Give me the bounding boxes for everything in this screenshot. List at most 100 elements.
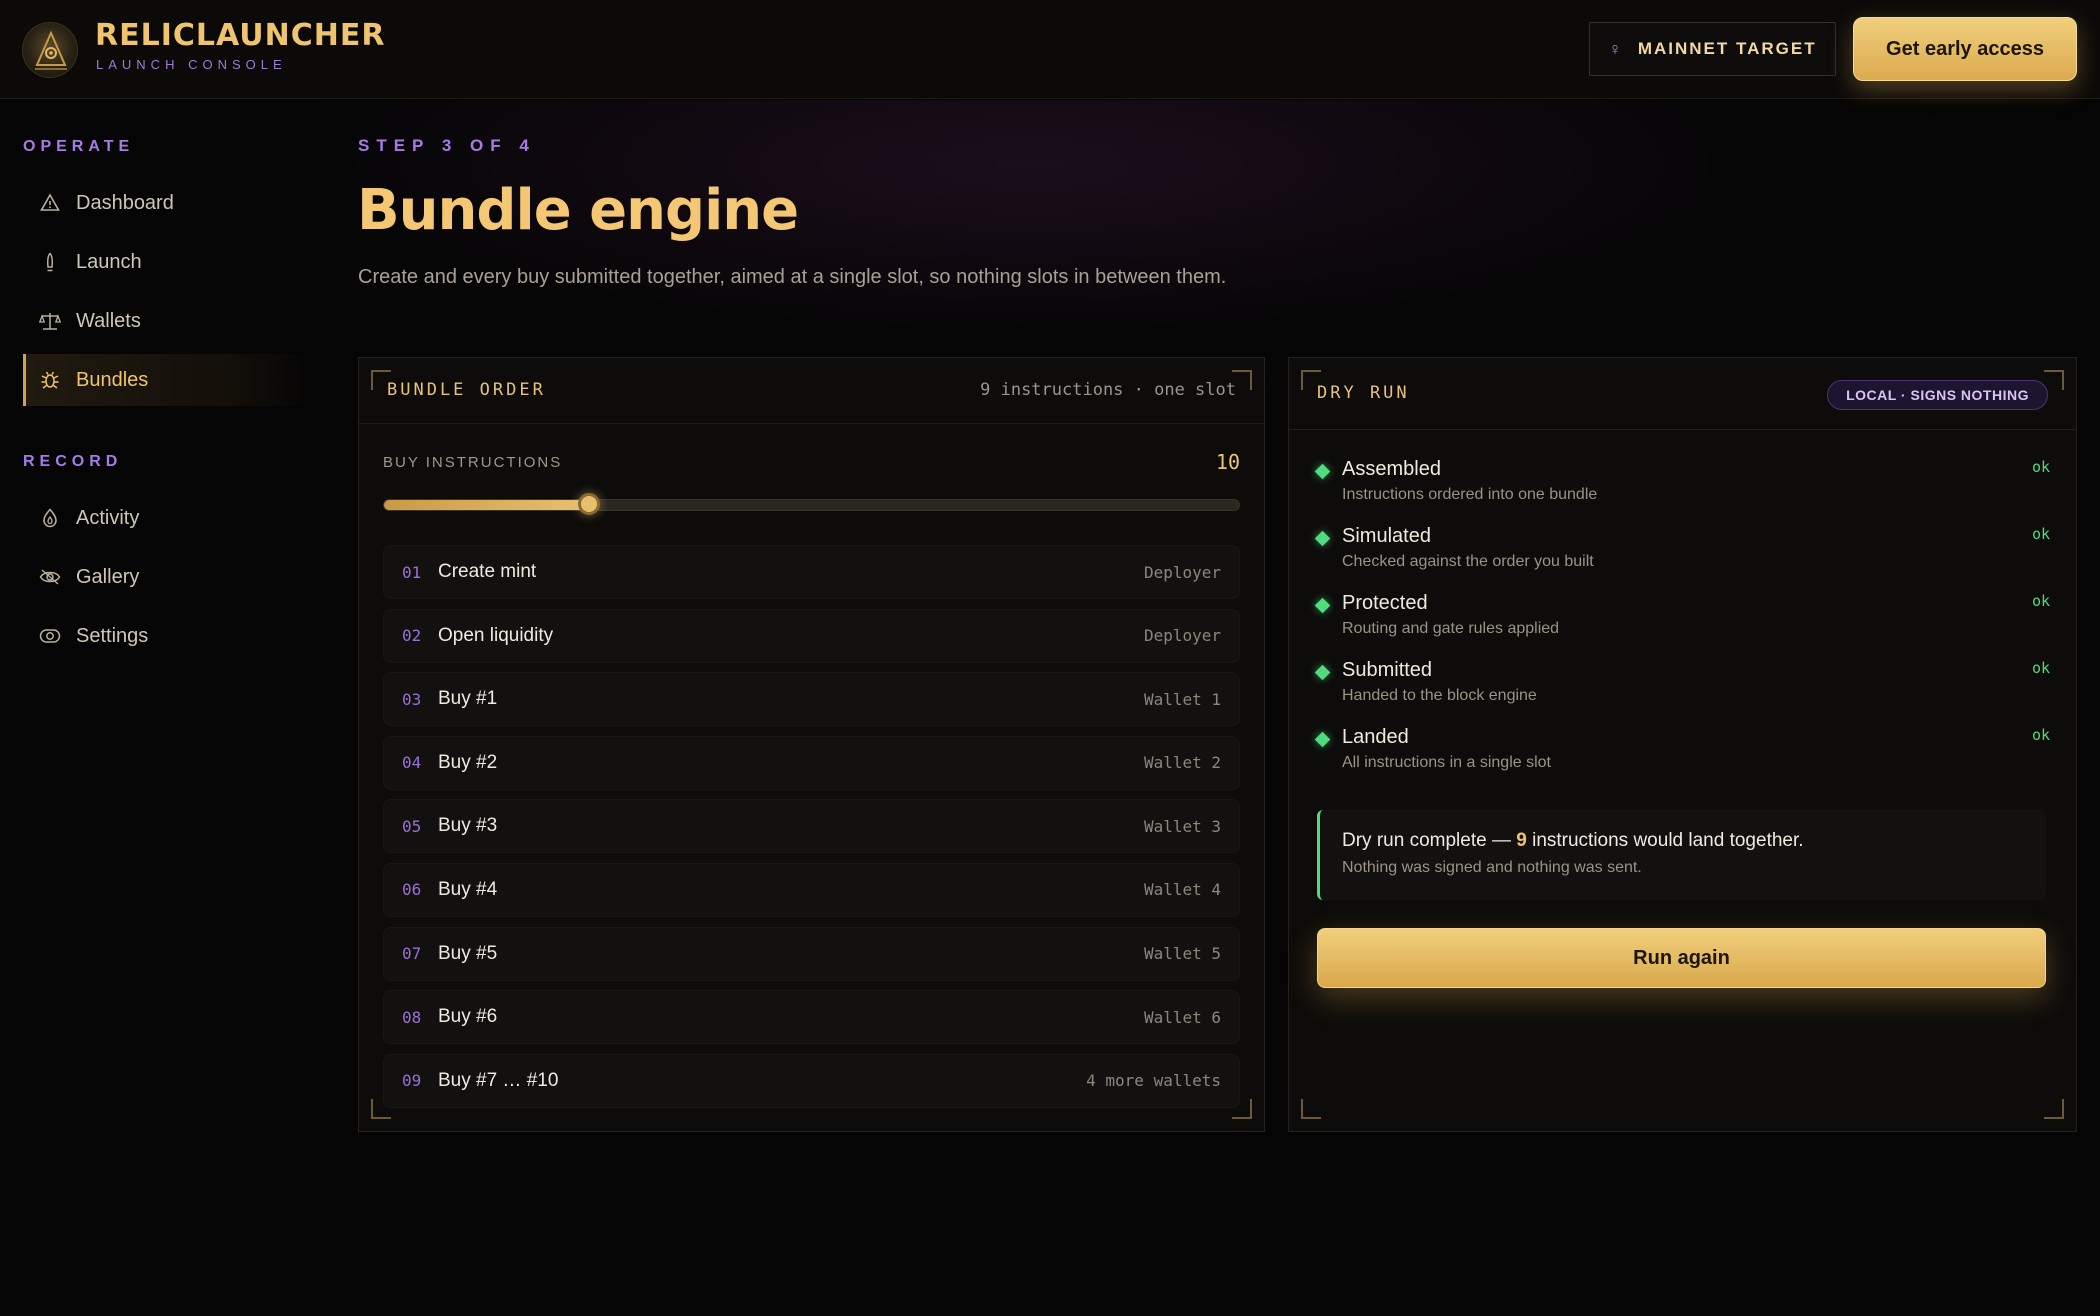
panel-meta: 9 instructions · one slot	[980, 380, 1236, 400]
instruction-number: 08	[402, 1007, 422, 1027]
panel-title: BUNDLE ORDER	[387, 380, 546, 400]
brand-subtitle: LAUNCH CONSOLE	[96, 57, 287, 72]
instruction-number: 07	[402, 944, 422, 964]
sidebar-item-settings[interactable]: Settings	[23, 610, 315, 662]
check-item: Simulated Checked against the order you …	[1313, 525, 2052, 592]
eye-icon	[39, 566, 61, 588]
instruction-number: 01	[402, 562, 422, 582]
network-target-chip[interactable]: ♀ MAINNET TARGET	[1589, 22, 1836, 76]
check-subtitle: Checked against the order you built	[1342, 553, 1594, 570]
instruction-row[interactable]: 02 Open liquidity Deployer	[383, 608, 1240, 663]
dry-run-result: Dry run complete — 9 instructions would …	[1317, 810, 2046, 900]
instruction-number: 02	[402, 626, 422, 646]
bundle-order-panel: BUNDLE ORDER 9 instructions · one slot B…	[358, 357, 1265, 1132]
logo-icon	[22, 22, 78, 78]
instruction-signer: Wallet 4	[1143, 880, 1221, 900]
result-suffix: instructions would land together.	[1526, 830, 1804, 851]
instruction-row[interactable]: 01 Create mint Deployer	[383, 545, 1240, 599]
top-bar: RELICLAUNCHER LAUNCH CONSOLE ♀ MAINNET T…	[0, 0, 2100, 99]
sidebar-item-activity[interactable]: Activity	[23, 492, 315, 544]
instruction-row[interactable]: 04 Buy #2 Wallet 2	[383, 735, 1240, 790]
instruction-list: 01 Create mint Deployer 02 Open liquidit…	[383, 545, 1240, 1117]
instruction-signer: Deployer	[1143, 562, 1221, 582]
instruction-signer: Wallet 3	[1143, 816, 1221, 836]
sidebar-section-operate: OPERATE	[23, 138, 135, 155]
instruction-name: Buy #2	[438, 751, 498, 773]
sidebar-item-label: Wallets	[76, 309, 141, 332]
check-title: Assembled	[1342, 458, 1441, 480]
sidebar-item-label: Activity	[76, 506, 140, 529]
female-symbol-icon: ♀	[1608, 38, 1622, 59]
instruction-number: 04	[402, 753, 422, 773]
instruction-name: Create mint	[438, 561, 537, 582]
instruction-name: Buy #6	[438, 1006, 498, 1028]
sidebar-item-gallery[interactable]: Gallery	[23, 551, 315, 603]
status-diamond-icon	[1314, 731, 1331, 748]
check-title: Simulated	[1342, 525, 1431, 547]
check-subtitle: All instructions in a single slot	[1342, 754, 1551, 771]
page-title: Bundle engine	[357, 178, 799, 243]
sidebar-item-label: Dashboard	[76, 191, 174, 214]
step-indicator: STEP 3 OF 4	[358, 136, 536, 155]
check-status: ok	[2031, 458, 2050, 476]
instruction-name: Buy #5	[438, 942, 498, 964]
brand-name: RELICLAUNCHER	[95, 18, 386, 53]
status-diamond-icon	[1314, 530, 1331, 547]
instruction-number: 06	[402, 880, 422, 900]
instruction-number: 09	[402, 1071, 422, 1091]
toggle-icon	[39, 625, 61, 647]
local-signs-nothing-badge: LOCAL · SIGNS NOTHING	[1827, 380, 2048, 410]
panel-header: DRY RUN LOCAL · SIGNS NOTHING	[1289, 358, 2076, 430]
check-title: Submitted	[1342, 659, 1433, 681]
sidebar-item-label: Launch	[76, 250, 142, 273]
check-item: Landed All instructions in a single slot…	[1313, 726, 2052, 793]
result-subtext: Nothing was signed and nothing was sent.	[1342, 859, 1642, 876]
sidebar-item-label: Bundles	[76, 368, 149, 391]
instruction-number: 03	[402, 689, 422, 709]
instruction-name: Buy #7 … #10	[438, 1069, 559, 1091]
check-item: Protected Routing and gate rules applied…	[1313, 592, 2052, 659]
sidebar-item-launch[interactable]: Launch	[23, 236, 315, 288]
sidebar-item-bundles[interactable]: Bundles	[23, 354, 315, 406]
check-status: ok	[2031, 592, 2050, 610]
result-prefix: Dry run complete —	[1342, 830, 1517, 851]
result-message: Dry run complete — 9 instructions would …	[1342, 830, 1804, 852]
check-subtitle: Instructions ordered into one bundle	[1342, 486, 1598, 503]
check-title: Protected	[1342, 592, 1428, 614]
check-subtitle: Handed to the block engine	[1342, 687, 1537, 704]
instruction-signer: 4 more wallets	[1086, 1071, 1221, 1091]
panel-corner	[2044, 1099, 2064, 1119]
get-early-access-button[interactable]: Get early access	[1853, 17, 2077, 81]
instruction-row[interactable]: 05 Buy #3 Wallet 3	[383, 799, 1240, 854]
result-count: 9	[1516, 830, 1527, 851]
instruction-signer: Wallet 2	[1143, 753, 1221, 773]
check-status: ok	[2031, 525, 2050, 543]
check-item: Submitted Handed to the block engine ok	[1313, 659, 2052, 726]
sidebar-section-record: RECORD	[23, 453, 123, 470]
sidebar-item-label: Gallery	[76, 565, 140, 588]
instruction-row[interactable]: 08 Buy #6 Wallet 6	[383, 990, 1240, 1045]
run-again-button[interactable]: Run again	[1317, 928, 2046, 988]
sidebar-item-wallets[interactable]: Wallets	[23, 295, 315, 347]
buy-instructions-slider-track[interactable]	[383, 499, 1240, 511]
buy-instructions-slider-thumb[interactable]	[577, 493, 600, 515]
instruction-signer: Wallet 5	[1143, 944, 1221, 964]
instruction-row[interactable]: 09 Buy #7 … #10 4 more wallets	[383, 1053, 1240, 1108]
buy-instructions-label: BUY INSTRUCTIONS	[383, 454, 563, 471]
instruction-row[interactable]: 06 Buy #4 Wallet 4	[383, 862, 1240, 917]
status-diamond-icon	[1314, 597, 1331, 614]
instruction-name: Open liquidity	[438, 624, 554, 646]
panel-corner	[1301, 1099, 1321, 1119]
instruction-name: Buy #3	[438, 815, 498, 837]
check-status: ok	[2031, 659, 2050, 677]
instruction-row[interactable]: 07 Buy #5 Wallet 5	[383, 926, 1240, 981]
instruction-name: Buy #1	[438, 688, 498, 710]
warning-triangle-icon	[39, 192, 61, 214]
sidebar-item-dashboard[interactable]: Dashboard	[23, 177, 315, 229]
instruction-row[interactable]: 03 Buy #1 Wallet 1	[383, 672, 1240, 727]
instruction-signer: Deployer	[1143, 626, 1221, 646]
status-diamond-icon	[1314, 664, 1331, 681]
panel-title: DRY RUN	[1317, 383, 1410, 403]
buy-instructions-count: 10	[1215, 450, 1240, 474]
rocket-icon	[39, 251, 61, 273]
